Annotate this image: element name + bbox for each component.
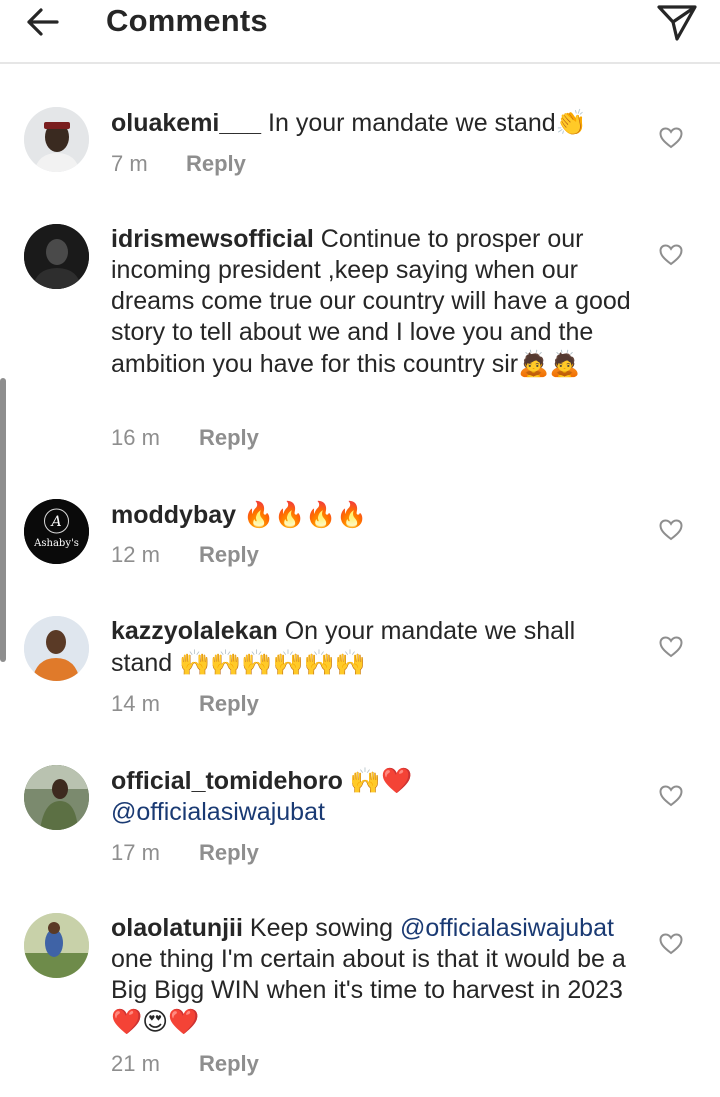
comment-username[interactable]: idrismewsofficial — [111, 225, 314, 253]
mention-link[interactable]: @officialasiwajubat — [111, 798, 325, 826]
reply-button[interactable]: Reply — [186, 151, 246, 177]
like-button[interactable] — [656, 516, 686, 544]
comment-username[interactable]: olaolatunjii — [111, 914, 243, 942]
comment-time: 7 m — [111, 151, 148, 176]
avatar[interactable]: A Ashaby's — [24, 499, 89, 564]
user-photo — [24, 616, 89, 681]
comment-emoji: 🙇🙇 — [518, 349, 581, 378]
comment-time: 14 m — [111, 691, 160, 716]
user-photo — [24, 224, 89, 289]
comment-text — [343, 767, 350, 795]
heart-icon — [659, 244, 683, 266]
comment-time: 12 m — [111, 542, 160, 567]
comment-time: 16 m — [111, 425, 160, 450]
reply-button[interactable]: Reply — [199, 425, 259, 451]
share-button[interactable] — [652, 0, 702, 44]
scrollbar[interactable] — [0, 378, 6, 662]
reply-button[interactable]: Reply — [199, 691, 259, 717]
like-button[interactable] — [656, 241, 686, 269]
comment-meta: 14 m Reply — [111, 691, 259, 717]
comment-time: 21 m — [111, 1051, 160, 1076]
user-photo — [24, 913, 89, 978]
comment-username[interactable]: official_tomidehoro — [111, 767, 343, 795]
comment-emoji: 🔥🔥🔥🔥 — [242, 500, 368, 529]
like-button[interactable] — [656, 930, 686, 958]
paper-plane-icon — [657, 5, 697, 41]
comment-username[interactable]: kazzyolalekan — [111, 617, 278, 645]
avatar[interactable] — [24, 913, 89, 978]
comments-header: Comments — [0, 0, 720, 64]
comment-text: Keep sowing — [242, 914, 400, 942]
avatar-monogram: A — [49, 514, 61, 530]
avatar-brand-text: Ashaby's — [33, 538, 79, 549]
like-button[interactable] — [656, 633, 686, 661]
comment-emoji: ❤️😍❤️ — [111, 1007, 200, 1036]
heart-icon — [659, 519, 683, 541]
like-button[interactable] — [656, 124, 686, 152]
comment-username[interactable]: moddybay — [111, 501, 236, 529]
reply-button[interactable]: Reply — [199, 1051, 259, 1077]
comment-emoji: 🙌🙌🙌🙌🙌🙌 — [179, 648, 366, 677]
comment-emoji: 🙌❤️ — [349, 766, 413, 795]
reply-button[interactable]: Reply — [199, 542, 259, 568]
page-title: Comments — [106, 3, 268, 38]
avatar[interactable] — [24, 765, 89, 830]
user-photo — [24, 107, 89, 172]
user-photo — [24, 765, 89, 830]
avatar[interactable] — [24, 616, 89, 681]
comment-meta: 17 m Reply — [111, 840, 259, 866]
comment-text: In your mandate we stand — [261, 109, 556, 137]
comment-meta: 16 m Reply — [111, 425, 259, 451]
comment-time: 17 m — [111, 840, 160, 865]
back-button[interactable] — [22, 4, 62, 40]
comment-meta: 12 m Reply — [111, 542, 259, 568]
comment-meta: 21 m Reply — [111, 1051, 259, 1077]
avatar[interactable] — [24, 224, 89, 289]
comment-meta: 7 m Reply — [111, 151, 246, 177]
heart-icon — [659, 636, 683, 658]
heart-icon — [659, 785, 683, 807]
heart-icon — [659, 127, 683, 149]
avatar[interactable] — [24, 107, 89, 172]
comment-text — [236, 501, 243, 529]
arrow-left-icon — [27, 8, 59, 36]
reply-button[interactable]: Reply — [199, 840, 259, 866]
user-photo: A Ashaby's — [24, 499, 89, 564]
comment-emoji: 👏 — [555, 108, 587, 137]
heart-icon — [659, 933, 683, 955]
like-button[interactable] — [656, 782, 686, 810]
mention-link[interactable]: @officialasiwajubat — [400, 914, 614, 942]
comment-text: one thing I'm certain about is that it w… — [111, 945, 626, 1004]
comment-username[interactable]: oluakemi___ — [111, 109, 261, 137]
